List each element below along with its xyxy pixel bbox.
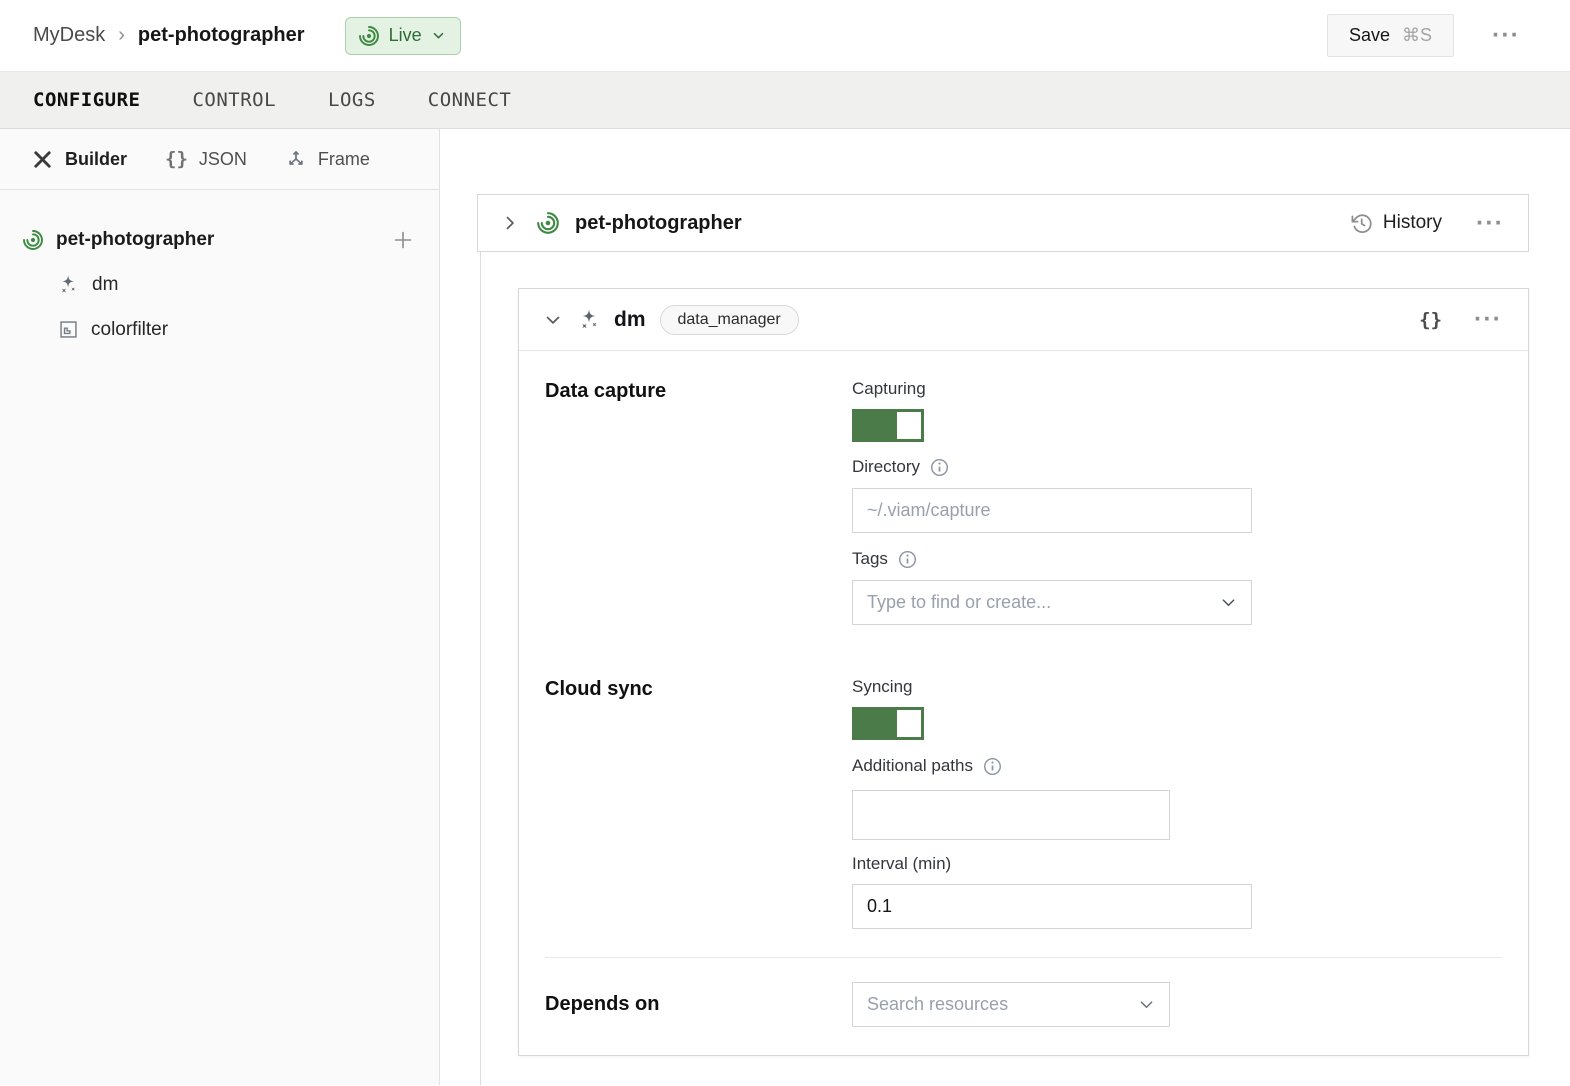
tree-colorfilter-label: colorfilter [91, 319, 168, 341]
tab-configure[interactable]: CONFIGURE [33, 89, 140, 111]
machine-status-dropdown[interactable]: Live [345, 17, 461, 55]
top-header: MyDesk › pet-photographer Live Save ⌘S ·… [0, 0, 1570, 71]
data-capture-section: Data capture Capturing Directory [545, 379, 1502, 625]
save-shortcut: ⌘S [1402, 25, 1432, 46]
tags-combobox [852, 580, 1252, 625]
breadcrumb-org-link[interactable]: MyDesk [33, 24, 105, 47]
frame-axes-icon [285, 148, 307, 170]
config-main-panel: pet-photographer History ··· [440, 129, 1570, 1085]
toggle-knob [897, 412, 921, 439]
machine-part-card: pet-photographer History ··· [477, 194, 1529, 252]
interval-input[interactable] [852, 884, 1252, 929]
history-label: History [1383, 212, 1442, 234]
tab-control[interactable]: CONTROL [192, 89, 276, 111]
breadcrumb-machine-name: pet-photographer [138, 24, 305, 47]
syncing-label: Syncing [852, 677, 1252, 697]
transform-icon [58, 319, 79, 340]
data-manager-service-card: dm data_manager {} ··· Data capture Capt… [518, 288, 1529, 1056]
data-capture-title: Data capture [545, 379, 852, 625]
service-type-badge: data_manager [660, 305, 799, 335]
tree-item-machine[interactable]: pet-photographer [0, 218, 439, 262]
machine-part-title: pet-photographer [575, 212, 742, 235]
chevron-down-icon [431, 28, 446, 43]
crossed-tools-icon [31, 148, 54, 171]
mode-tab-frame[interactable]: Frame [285, 148, 370, 170]
info-icon[interactable] [898, 550, 917, 569]
sparkles-icon [58, 274, 80, 296]
chevron-right-icon[interactable] [500, 213, 520, 233]
info-icon[interactable] [930, 458, 949, 477]
viam-broadcast-icon [536, 211, 560, 235]
syncing-toggle[interactable] [852, 707, 924, 740]
content-area: Builder {} JSON Frame [0, 129, 1570, 1085]
header-more-menu-icon[interactable]: ··· [1492, 29, 1520, 42]
breadcrumb: MyDesk › pet-photographer [33, 24, 305, 47]
resource-tree: pet-photographer dm colorfilter [0, 190, 439, 352]
service-card-more-icon[interactable]: ··· [1474, 313, 1502, 326]
machine-nav-tabs: CONFIGURE CONTROL LOGS CONNECT [0, 71, 1570, 129]
toggle-knob [897, 710, 921, 737]
tab-connect[interactable]: CONNECT [428, 89, 512, 111]
sparkles-icon [578, 308, 602, 332]
service-card-body: Data capture Capturing Directory [519, 351, 1528, 1055]
service-name: dm [614, 308, 646, 332]
machine-card-more-icon[interactable]: ··· [1476, 217, 1504, 230]
mode-tab-frame-label: Frame [318, 149, 370, 170]
tree-item-colorfilter[interactable]: colorfilter [0, 307, 439, 352]
mode-tab-builder-label: Builder [65, 149, 127, 170]
directory-label: Directory [852, 457, 1252, 477]
save-button[interactable]: Save ⌘S [1327, 14, 1454, 57]
tab-logs[interactable]: LOGS [328, 89, 376, 111]
add-component-icon[interactable] [391, 228, 415, 252]
tree-item-dm[interactable]: dm [0, 262, 439, 307]
viam-broadcast-icon [22, 229, 44, 251]
depends-on-title: Depends on [545, 993, 852, 1016]
additional-paths-label: Additional paths [852, 756, 1252, 776]
part-resources-group: dm data_manager {} ··· Data capture Capt… [480, 252, 1529, 1085]
history-clock-icon [1350, 212, 1373, 235]
history-button[interactable]: History [1350, 212, 1442, 235]
depends-on-combobox [852, 982, 1170, 1027]
chevron-down-icon[interactable] [543, 310, 563, 330]
tags-input[interactable] [852, 580, 1252, 625]
info-icon[interactable] [983, 757, 1002, 776]
config-sidebar: Builder {} JSON Frame [0, 129, 440, 1085]
directory-input[interactable] [852, 488, 1252, 533]
tree-machine-label: pet-photographer [56, 229, 214, 251]
interval-label: Interval (min) [852, 854, 1252, 874]
raw-json-toggle-icon[interactable]: {} [1419, 309, 1442, 331]
cloud-sync-section: Cloud sync Syncing Additional paths [545, 677, 1502, 929]
viam-broadcast-icon [358, 25, 380, 47]
braces-icon: {} [165, 148, 188, 170]
capturing-label: Capturing [852, 379, 1252, 399]
tags-label: Tags [852, 549, 1252, 569]
capturing-toggle[interactable] [852, 409, 924, 442]
mode-tab-json[interactable]: {} JSON [165, 148, 247, 170]
tree-dm-label: dm [92, 274, 118, 296]
mode-tab-builder[interactable]: Builder [31, 148, 127, 171]
live-status-label: Live [389, 25, 422, 46]
additional-paths-input[interactable] [852, 790, 1170, 840]
service-card-header: dm data_manager {} ··· [519, 289, 1528, 351]
config-mode-tabs: Builder {} JSON Frame [0, 129, 439, 190]
breadcrumb-separator-icon: › [118, 24, 125, 47]
cloud-sync-title: Cloud sync [545, 677, 852, 929]
save-label: Save [1349, 25, 1390, 46]
mode-tab-json-label: JSON [199, 149, 247, 170]
depends-on-search-input[interactable] [852, 982, 1170, 1027]
depends-on-section: Depends on [545, 958, 1502, 1055]
